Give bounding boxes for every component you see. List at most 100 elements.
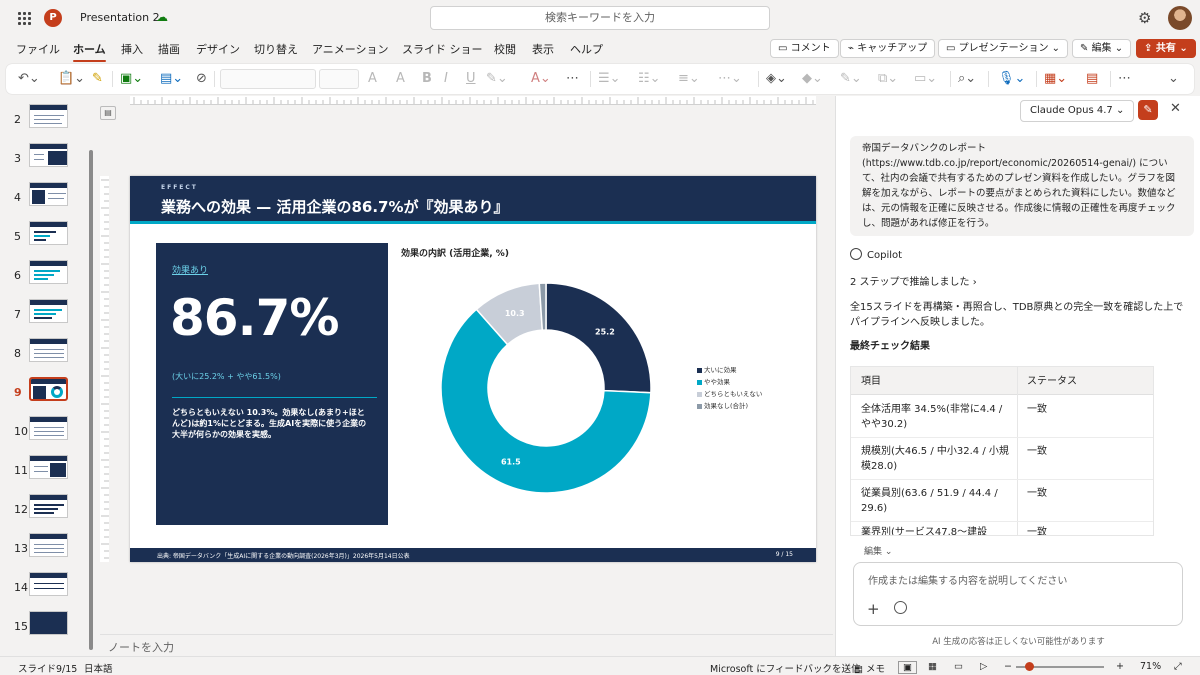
search-input[interactable]: 検索キーワードを入力 bbox=[430, 6, 770, 30]
donut-slice[interactable] bbox=[545, 282, 652, 394]
prompt-input[interactable]: 作成または編集する内容を説明してください bbox=[868, 572, 1067, 587]
comment-button[interactable]: ▭ コメント bbox=[770, 39, 839, 58]
share-button[interactable]: ⇪ 共有 ⌄ bbox=[1136, 39, 1196, 58]
more-paragraph-icon[interactable]: ⋯⌄ bbox=[718, 71, 742, 87]
more-options-icon[interactable]: ⋯ bbox=[1118, 71, 1131, 87]
align-icon[interactable]: ≡⌄ bbox=[678, 71, 700, 87]
thumbnail-slide[interactable]: 12 bbox=[0, 494, 98, 524]
slideshow-view-icon[interactable]: ▷ bbox=[980, 661, 987, 672]
designer-icon[interactable]: ▦⌄ bbox=[1044, 71, 1067, 87]
thumbnail-slide[interactable]: 8 bbox=[0, 338, 98, 368]
thumbnail-slide[interactable]: 15 bbox=[0, 611, 98, 641]
donut-chart[interactable]: 25.2 61.5 10.3 bbox=[426, 268, 666, 508]
shape-outline-icon[interactable]: ✎⌄ bbox=[840, 71, 862, 87]
shape-fill-icon[interactable]: ◆⌄ bbox=[802, 71, 823, 87]
tab-design[interactable]: デザイン bbox=[196, 41, 240, 57]
normal-view-icon[interactable]: ▣ bbox=[898, 661, 917, 674]
thumbnail-slide[interactable]: 13 bbox=[0, 533, 98, 563]
more-font-icon[interactable]: ⋯ bbox=[566, 71, 579, 87]
tab-animations[interactable]: アニメーション bbox=[312, 41, 389, 57]
thumbnail-slide[interactable]: 5 bbox=[0, 221, 98, 251]
language-indicator[interactable]: 日本語 bbox=[84, 661, 113, 675]
thumbnail-slide[interactable]: 9 bbox=[0, 377, 98, 407]
thumbnail-slide[interactable]: 2 bbox=[0, 104, 98, 134]
zoom-level[interactable]: 71% bbox=[1140, 661, 1161, 672]
shapes-icon[interactable]: ◈⌄ bbox=[766, 71, 787, 87]
notes-pane[interactable]: ノートを入力 bbox=[100, 634, 833, 656]
close-icon[interactable]: ✕ bbox=[1170, 101, 1181, 116]
fit-to-window-icon[interactable]: ⤢ bbox=[1174, 661, 1182, 672]
prompt-composer[interactable]: 作成または編集する内容を説明してください + bbox=[853, 562, 1183, 626]
notes-toggle[interactable]: ▤ メモ bbox=[854, 661, 885, 675]
app-launcher-icon[interactable] bbox=[18, 12, 31, 25]
add-attachment-icon[interactable]: + bbox=[867, 600, 880, 618]
zoom-slider-handle[interactable] bbox=[1025, 662, 1034, 671]
thumbnail-scrollbar[interactable] bbox=[89, 150, 93, 650]
shrink-font-icon[interactable]: A bbox=[396, 71, 405, 87]
document-title[interactable]: Presentation 2 bbox=[80, 11, 160, 24]
find-icon[interactable]: ⌕⌄ bbox=[958, 71, 976, 87]
zoom-out-icon[interactable]: − bbox=[1004, 661, 1012, 672]
highlight-icon[interactable]: ✎⌄ bbox=[486, 71, 508, 87]
numbering-icon[interactable]: ☷⌄ bbox=[638, 71, 661, 87]
layout-icon[interactable]: ▤⌄ bbox=[160, 71, 183, 87]
tab-draw[interactable]: 描画 bbox=[158, 41, 180, 57]
font-color-icon[interactable]: A⌄ bbox=[531, 71, 551, 87]
bullets-icon[interactable]: ☰⌄ bbox=[598, 71, 621, 87]
more-drawing-icon[interactable]: ▭⌄ bbox=[914, 71, 937, 87]
thumbnail-preview bbox=[29, 338, 68, 362]
zoom-in-icon[interactable]: + bbox=[1116, 661, 1124, 672]
slide-9[interactable]: EFFECT 業務への効果 — 活用企業の86.7%が『効果あり』 効果あり 8… bbox=[130, 176, 816, 562]
thumbnail-slide[interactable]: 3 bbox=[0, 143, 98, 173]
reasoning-steps-toggle[interactable]: 2 ステップで推論しました › bbox=[850, 273, 977, 288]
font-family-select[interactable] bbox=[220, 69, 316, 89]
collapse-ribbon-icon[interactable]: ⌄ bbox=[1168, 71, 1179, 87]
edit-mode-toggle[interactable]: 編集 ⌄ bbox=[864, 544, 892, 557]
slide-sorter-icon[interactable]: ▦ bbox=[928, 661, 937, 672]
tab-transitions[interactable]: 切り替え bbox=[254, 41, 298, 57]
slide-title[interactable]: 業務への効果 — 活用企業の86.7%が『効果あり』 bbox=[161, 196, 509, 217]
brain-icon[interactable] bbox=[894, 601, 907, 614]
tab-slideshow[interactable]: スライド ショー bbox=[402, 41, 483, 57]
feedback-link[interactable]: Microsoft にフィードバックを送信 bbox=[710, 661, 861, 675]
hide-slide-icon[interactable]: ⊘ bbox=[196, 71, 207, 87]
undo-icon[interactable]: ↶⌄ bbox=[18, 71, 40, 87]
dictate-icon[interactable]: 🎙⌄ bbox=[998, 71, 1025, 87]
thumbnail-slide[interactable]: 11 bbox=[0, 455, 98, 485]
tab-view[interactable]: 表示 bbox=[532, 41, 554, 57]
kpi-box[interactable]: 効果あり 86.7% (大いに25.2% + やや61.5%) どちらともいえな… bbox=[156, 243, 388, 525]
edit-mode-button[interactable]: ✎ 編集 ⌄ bbox=[1072, 39, 1132, 58]
catchup-button[interactable]: ⌁ キャッチアップ bbox=[840, 39, 936, 58]
legend-item: 大いに効果 bbox=[697, 364, 762, 376]
paste-icon[interactable]: 📋⌄ bbox=[58, 71, 85, 87]
cloud-saved-icon[interactable]: ☁ bbox=[156, 10, 170, 24]
arrange-icon[interactable]: ⧉⌄ bbox=[878, 71, 898, 87]
tab-review[interactable]: 校閲 bbox=[494, 41, 516, 57]
settings-gear-icon[interactable]: ⚙ bbox=[1138, 9, 1151, 27]
italic-icon[interactable]: I bbox=[444, 71, 448, 87]
thumbnail-panel-toggle-icon[interactable]: ▤ bbox=[100, 106, 116, 120]
thumbnail-slide[interactable]: 10 bbox=[0, 416, 98, 446]
tab-insert[interactable]: 挿入 bbox=[121, 41, 143, 57]
tab-file[interactable]: ファイル bbox=[16, 41, 60, 57]
model-select[interactable]: Claude Opus 4.7 ⌄ bbox=[1020, 100, 1134, 122]
thumbnail-slide[interactable]: 4 bbox=[0, 182, 98, 212]
present-button[interactable]: ▭ プレゼンテーション ⌄ bbox=[938, 39, 1069, 58]
new-chat-icon[interactable]: ✎ bbox=[1138, 100, 1158, 120]
tab-help[interactable]: ヘルプ bbox=[570, 41, 603, 57]
thumbnail-slide[interactable]: 6 bbox=[0, 260, 98, 290]
grow-font-icon[interactable]: A bbox=[368, 71, 377, 87]
bold-icon[interactable]: B bbox=[422, 71, 432, 87]
copilot-toolbar-icon[interactable]: ▤ bbox=[1086, 71, 1098, 87]
user-avatar[interactable] bbox=[1168, 6, 1192, 30]
reading-view-icon[interactable]: ▭ bbox=[954, 661, 963, 672]
legend-label: どちらともいえない bbox=[704, 390, 763, 398]
thumbnail-number: 3 bbox=[14, 152, 21, 165]
thumbnail-slide[interactable]: 7 bbox=[0, 299, 98, 329]
format-painter-icon[interactable]: ✎ bbox=[92, 71, 103, 87]
underline-icon[interactable]: U bbox=[466, 71, 476, 87]
tab-home[interactable]: ホーム bbox=[73, 41, 106, 62]
new-slide-icon[interactable]: ▣⌄ bbox=[120, 71, 143, 87]
font-size-select[interactable] bbox=[319, 69, 359, 89]
thumbnail-slide[interactable]: 14 bbox=[0, 572, 98, 602]
